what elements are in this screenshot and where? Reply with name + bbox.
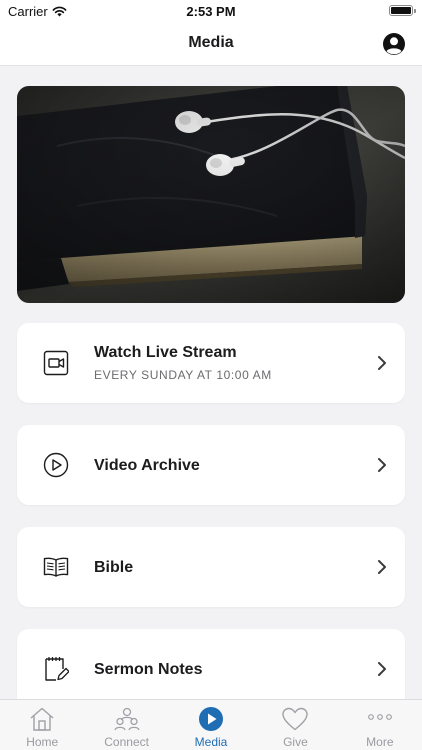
card-label: Video Archive xyxy=(94,457,200,474)
tab-media[interactable]: Media xyxy=(169,700,253,750)
tab-connect[interactable]: Connect xyxy=(84,700,168,750)
tab-home[interactable]: Home xyxy=(0,700,84,750)
navigation-bar: Media xyxy=(0,22,422,66)
page-title: Media xyxy=(188,34,234,51)
house-icon xyxy=(30,707,54,731)
tab-more[interactable]: More xyxy=(338,700,422,750)
video-camera-icon xyxy=(43,350,69,376)
tab-label: More xyxy=(366,735,394,749)
tab-label: Connect xyxy=(104,735,149,749)
card-label: Sermon Notes xyxy=(94,661,203,678)
status-bar: Carrier 2:53 PM xyxy=(0,0,422,22)
tab-label: Give xyxy=(283,735,308,749)
earphones-bible-illustration xyxy=(17,86,405,303)
battery-icon xyxy=(389,5,416,16)
notepad-pencil-icon xyxy=(45,657,69,681)
chevron-right-icon xyxy=(378,356,386,370)
card-label: Bible xyxy=(94,559,134,576)
hero-image xyxy=(17,86,405,303)
chevron-right-icon xyxy=(378,458,386,472)
heart-icon xyxy=(282,707,309,731)
open-book-icon xyxy=(43,557,69,577)
play-circle-icon xyxy=(43,452,69,478)
chevron-right-icon xyxy=(378,662,386,676)
play-circle-filled-icon xyxy=(199,707,224,731)
tab-label: Home xyxy=(26,735,59,749)
card-subtitle: EVERY SUNDAY AT 10:00 AM xyxy=(94,368,272,382)
people-icon xyxy=(113,707,140,731)
video-archive-card[interactable]: Video Archive xyxy=(17,425,405,505)
bible-card[interactable]: Bible xyxy=(17,527,405,607)
ellipsis-icon xyxy=(367,714,392,720)
tab-bar: Home Connect Media Give More xyxy=(0,699,422,750)
profile-icon[interactable] xyxy=(382,32,406,56)
card-label: Watch Live Stream xyxy=(94,344,237,361)
sermon-notes-card[interactable]: Sermon Notes xyxy=(17,629,405,709)
status-time: 2:53 PM xyxy=(186,4,236,19)
watch-live-stream-card[interactable]: Watch Live Stream EVERY SUNDAY AT 10:00 … xyxy=(17,323,405,403)
chevron-right-icon xyxy=(378,560,386,574)
tab-label: Media xyxy=(194,735,228,749)
tab-give[interactable]: Give xyxy=(253,700,337,750)
